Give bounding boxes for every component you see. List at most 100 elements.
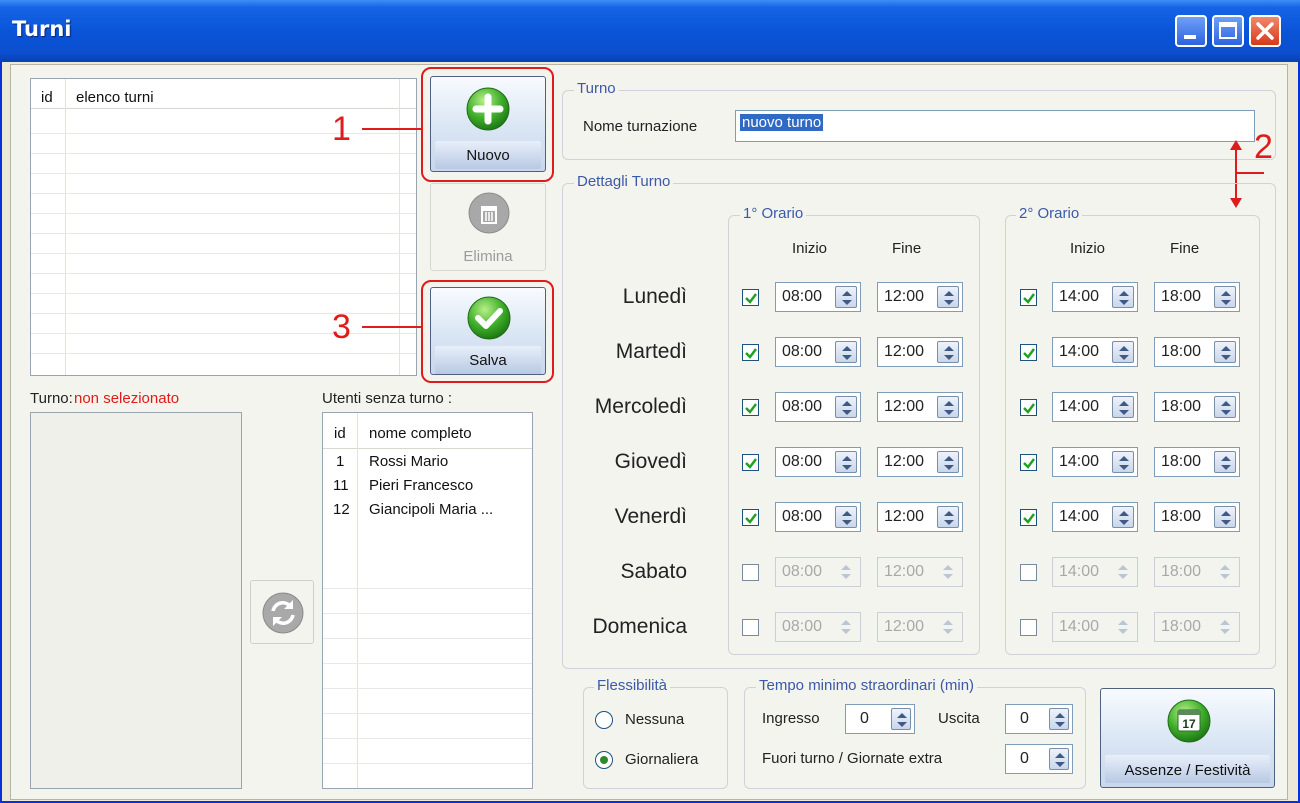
- day-checkbox-orario1[interactable]: [742, 619, 759, 636]
- time-spinner-o2-start[interactable]: 14:00: [1052, 557, 1138, 587]
- spin-arrows-icon[interactable]: [1214, 396, 1236, 418]
- spin-arrows-icon[interactable]: [835, 396, 857, 418]
- spin-arrows-icon[interactable]: [891, 708, 911, 730]
- turno-users-list[interactable]: [30, 412, 242, 789]
- time-spinner-o1-end[interactable]: 12:00: [877, 392, 963, 422]
- time-spinner-o2-start[interactable]: 14:00: [1052, 282, 1138, 312]
- title-bar[interactable]: Turni: [0, 0, 1300, 62]
- spin-arrows-icon[interactable]: [835, 616, 857, 638]
- day-checkbox-orario1[interactable]: [742, 289, 759, 306]
- spin-arrows-icon[interactable]: [835, 561, 857, 583]
- spin-arrows-icon[interactable]: [937, 341, 959, 363]
- time-spinner-o2-end[interactable]: 18:00: [1154, 337, 1240, 367]
- turni-col-name[interactable]: elenco turni: [76, 89, 154, 106]
- day-checkbox-orario2[interactable]: [1020, 619, 1037, 636]
- ingresso-spinner[interactable]: 0: [845, 704, 915, 734]
- transfer-button[interactable]: [250, 580, 314, 644]
- fuori-turno-spinner[interactable]: 0: [1005, 744, 1073, 774]
- user-row-name[interactable]: Pieri Francesco: [369, 477, 473, 494]
- spin-arrows-icon[interactable]: [937, 451, 959, 473]
- spin-arrows-icon[interactable]: [1049, 708, 1069, 730]
- users-col-id[interactable]: id: [334, 425, 346, 442]
- spin-arrows-icon[interactable]: [1112, 451, 1134, 473]
- day-checkbox-orario1[interactable]: [742, 564, 759, 581]
- time-spinner-o2-start[interactable]: 14:00: [1052, 612, 1138, 642]
- time-spinner-o2-end[interactable]: 18:00: [1154, 502, 1240, 532]
- day-checkbox-orario2[interactable]: [1020, 509, 1037, 526]
- close-button[interactable]: [1249, 15, 1281, 47]
- spin-arrows-icon[interactable]: [835, 286, 857, 308]
- time-spinner-o2-start[interactable]: 14:00: [1052, 502, 1138, 532]
- spin-arrows-icon[interactable]: [1214, 561, 1236, 583]
- radio-giornaliera-label[interactable]: Giornaliera: [625, 751, 698, 768]
- spin-arrows-icon[interactable]: [1112, 616, 1134, 638]
- spin-arrows-icon[interactable]: [1112, 341, 1134, 363]
- spin-arrows-icon[interactable]: [937, 396, 959, 418]
- users-list[interactable]: id nome completo 1 Rossi Mario 11 Pieri …: [322, 412, 533, 789]
- time-spinner-o2-start[interactable]: 14:00: [1052, 392, 1138, 422]
- spin-arrows-icon[interactable]: [1214, 341, 1236, 363]
- assenze-festivita-button[interactable]: 17 Assenze / Festività: [1100, 688, 1275, 788]
- uscita-spinner[interactable]: 0: [1005, 704, 1073, 734]
- spin-arrows-icon[interactable]: [1112, 561, 1134, 583]
- day-checkbox-orario1[interactable]: [742, 344, 759, 361]
- radio-giornaliera[interactable]: [595, 751, 613, 769]
- user-row-name[interactable]: Rossi Mario: [369, 453, 448, 470]
- elimina-button[interactable]: Elimina: [430, 183, 546, 271]
- time-spinner-o2-end[interactable]: 18:00: [1154, 612, 1240, 642]
- day-checkbox-orario1[interactable]: [742, 399, 759, 416]
- minimize-button[interactable]: [1175, 15, 1207, 47]
- day-checkbox-orario2[interactable]: [1020, 564, 1037, 581]
- user-row-name[interactable]: Giancipoli Maria ...: [369, 501, 493, 518]
- time-spinner-o1-start[interactable]: 08:00: [775, 282, 861, 312]
- spin-arrows-icon[interactable]: [937, 616, 959, 638]
- spin-arrows-icon[interactable]: [1112, 286, 1134, 308]
- spin-arrows-icon[interactable]: [937, 506, 959, 528]
- spin-arrows-icon[interactable]: [1214, 451, 1236, 473]
- time-spinner-o1-end[interactable]: 12:00: [877, 502, 963, 532]
- maximize-button[interactable]: [1212, 15, 1244, 47]
- user-row-id[interactable]: 12: [333, 501, 350, 518]
- spin-arrows-icon[interactable]: [835, 506, 857, 528]
- time-spinner-o1-end[interactable]: 12:00: [877, 337, 963, 367]
- nuovo-button[interactable]: Nuovo: [430, 76, 546, 172]
- spin-arrows-icon[interactable]: [1112, 396, 1134, 418]
- day-checkbox-orario2[interactable]: [1020, 344, 1037, 361]
- day-checkbox-orario1[interactable]: [742, 454, 759, 471]
- spin-arrows-icon[interactable]: [937, 286, 959, 308]
- time-spinner-o2-end[interactable]: 18:00: [1154, 282, 1240, 312]
- user-row-id[interactable]: 1: [336, 453, 344, 470]
- spin-arrows-icon[interactable]: [835, 451, 857, 473]
- spin-arrows-icon[interactable]: [1214, 286, 1236, 308]
- time-spinner-o1-start[interactable]: 08:00: [775, 502, 861, 532]
- time-spinner-o1-start[interactable]: 08:00: [775, 337, 861, 367]
- time-spinner-o2-end[interactable]: 18:00: [1154, 557, 1240, 587]
- turni-list[interactable]: id elenco turni: [30, 78, 417, 376]
- time-spinner-o2-start[interactable]: 14:00: [1052, 447, 1138, 477]
- spin-arrows-icon[interactable]: [1214, 616, 1236, 638]
- day-checkbox-orario2[interactable]: [1020, 289, 1037, 306]
- radio-nessuna-label[interactable]: Nessuna: [625, 711, 684, 728]
- time-spinner-o2-end[interactable]: 18:00: [1154, 447, 1240, 477]
- time-spinner-o1-end[interactable]: 12:00: [877, 282, 963, 312]
- day-checkbox-orario2[interactable]: [1020, 399, 1037, 416]
- turni-col-id[interactable]: id: [41, 89, 53, 106]
- time-spinner-o1-start[interactable]: 08:00: [775, 612, 861, 642]
- time-spinner-o2-start[interactable]: 14:00: [1052, 337, 1138, 367]
- time-spinner-o1-start[interactable]: 08:00: [775, 557, 861, 587]
- time-spinner-o1-end[interactable]: 12:00: [877, 557, 963, 587]
- day-checkbox-orario1[interactable]: [742, 509, 759, 526]
- day-checkbox-orario2[interactable]: [1020, 454, 1037, 471]
- turno-name-input[interactable]: nuovo turno: [735, 110, 1255, 142]
- spin-arrows-icon[interactable]: [1214, 506, 1236, 528]
- user-row-id[interactable]: 11: [333, 477, 349, 494]
- time-spinner-o1-end[interactable]: 12:00: [877, 447, 963, 477]
- spin-arrows-icon[interactable]: [835, 341, 857, 363]
- time-spinner-o2-end[interactable]: 18:00: [1154, 392, 1240, 422]
- spin-arrows-icon[interactable]: [1049, 748, 1069, 770]
- salva-button[interactable]: Salva: [430, 287, 546, 375]
- spin-arrows-icon[interactable]: [1112, 506, 1134, 528]
- radio-nessuna[interactable]: [595, 711, 613, 729]
- time-spinner-o1-start[interactable]: 08:00: [775, 447, 861, 477]
- time-spinner-o1-start[interactable]: 08:00: [775, 392, 861, 422]
